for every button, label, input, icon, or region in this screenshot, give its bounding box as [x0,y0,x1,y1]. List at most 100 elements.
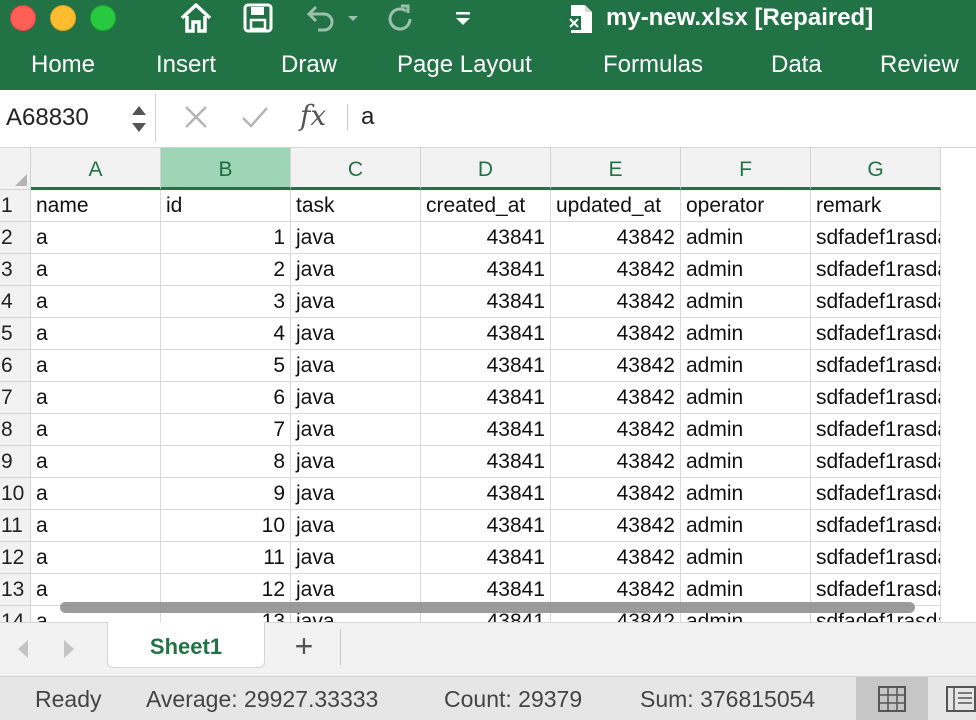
cell[interactable]: remark [811,190,941,222]
cell[interactable]: sdfadef1rasda [811,286,941,318]
cell[interactable]: java [291,318,421,350]
cell[interactable]: 43841 [421,254,551,286]
cell[interactable]: 43842 [551,542,681,574]
cell[interactable]: a [31,446,161,478]
add-sheet-button[interactable]: + [289,630,319,662]
redo-icon[interactable] [384,2,416,34]
cell[interactable]: admin [681,382,811,414]
cell[interactable]: name [31,190,161,222]
cancel-icon[interactable] [182,103,210,136]
tab-page-layout[interactable]: Page Layout [397,51,532,79]
name-box[interactable]: A68830 [0,94,156,142]
cell[interactable]: sdfadef1rasda [811,414,941,446]
cell[interactable]: 43842 [551,286,681,318]
row-header[interactable]: 9 [0,446,31,478]
cell[interactable]: a [31,382,161,414]
cell[interactable]: updated_at [551,190,681,222]
tab-insert[interactable]: Insert [156,51,216,79]
cell[interactable]: created_at [421,190,551,222]
undo-icon[interactable] [304,2,336,34]
cell[interactable]: 6 [161,382,291,414]
cell[interactable]: a [31,478,161,510]
cell[interactable]: 43842 [551,478,681,510]
cell[interactable]: 2 [161,254,291,286]
cell[interactable]: a [31,318,161,350]
cell[interactable]: sdfadef1rasda [811,254,941,286]
cell[interactable]: java [291,286,421,318]
cell[interactable]: sdfadef1rasda [811,542,941,574]
tab-home[interactable]: Home [31,51,95,79]
cell[interactable]: 43842 [551,318,681,350]
cell[interactable]: 43842 [551,510,681,542]
cell[interactable]: 7 [161,414,291,446]
cell[interactable]: sdfadef1rasda [811,478,941,510]
cell[interactable]: java [291,510,421,542]
cell[interactable]: 43842 [551,350,681,382]
cell[interactable]: a [31,350,161,382]
cell[interactable]: sdfadef1rasda [811,382,941,414]
column-header-g[interactable]: G [811,148,941,190]
column-header-d[interactable]: D [421,148,551,190]
cell[interactable]: admin [681,510,811,542]
cell[interactable]: 43841 [421,446,551,478]
select-all-corner[interactable] [0,148,31,190]
save-icon[interactable] [243,2,273,34]
row-header[interactable]: 8 [0,414,31,446]
prev-sheet-arrow-icon[interactable] [14,638,32,665]
horizontal-scrollbar[interactable] [60,602,915,613]
cell[interactable]: 43841 [421,382,551,414]
cell[interactable]: 8 [161,446,291,478]
row-header[interactable]: 2 [0,222,31,254]
row-header[interactable]: 3 [0,254,31,286]
cell[interactable]: admin [681,414,811,446]
row-header[interactable]: 11 [0,510,31,542]
cell[interactable]: 43842 [551,414,681,446]
row-header[interactable]: 12 [0,542,31,574]
cell[interactable]: a [31,222,161,254]
row-header[interactable]: 13 [0,574,31,606]
row-header[interactable]: 1 [0,190,31,222]
next-sheet-arrow-icon[interactable] [60,638,78,665]
spreadsheet-grid[interactable]: A B C D E F G 1 name id task created_at updated_at op… [0,148,976,622]
name-box-dropdown-icon[interactable] [130,102,148,136]
cell[interactable]: admin [681,254,811,286]
cell[interactable]: 43841 [421,414,551,446]
cell[interactable]: 43841 [421,510,551,542]
minimize-window-button[interactable] [50,5,76,31]
cell[interactable]: admin [681,222,811,254]
cell[interactable]: a [31,542,161,574]
cell[interactable]: sdfadef1rasda [811,350,941,382]
undo-dropdown-icon[interactable] [346,2,360,34]
row-header[interactable]: 10 [0,478,31,510]
cell[interactable]: sdfadef1rasda [811,318,941,350]
row-header[interactable]: 7 [0,382,31,414]
page-layout-view-button[interactable] [946,677,976,720]
cell[interactable]: 5 [161,350,291,382]
cell[interactable]: 4 [161,318,291,350]
column-header-e[interactable]: E [551,148,681,190]
enter-icon[interactable] [240,103,270,136]
cell[interactable]: admin [681,542,811,574]
cell[interactable]: admin [681,350,811,382]
cell[interactable]: java [291,382,421,414]
normal-view-button[interactable] [856,677,928,720]
cell[interactable]: 3 [161,286,291,318]
row-header[interactable]: 4 [0,286,31,318]
cell[interactable]: java [291,414,421,446]
row-header[interactable]: 14 [0,606,31,622]
cell[interactable]: java [291,446,421,478]
cell[interactable]: 43841 [421,286,551,318]
cell[interactable]: 9 [161,478,291,510]
sheet-tab-sheet1[interactable]: Sheet1 [107,622,265,668]
close-window-button[interactable] [10,5,36,31]
cell[interactable]: 1 [161,222,291,254]
tab-review[interactable]: Review [880,51,959,79]
cell[interactable]: java [291,222,421,254]
cell[interactable]: sdfadef1rasda [811,510,941,542]
formula-input[interactable]: a [361,103,374,131]
cell[interactable]: 43841 [421,542,551,574]
cell[interactable]: 43842 [551,254,681,286]
cell[interactable]: admin [681,478,811,510]
cell[interactable]: id [161,190,291,222]
customize-toolbar-icon[interactable] [454,2,472,34]
